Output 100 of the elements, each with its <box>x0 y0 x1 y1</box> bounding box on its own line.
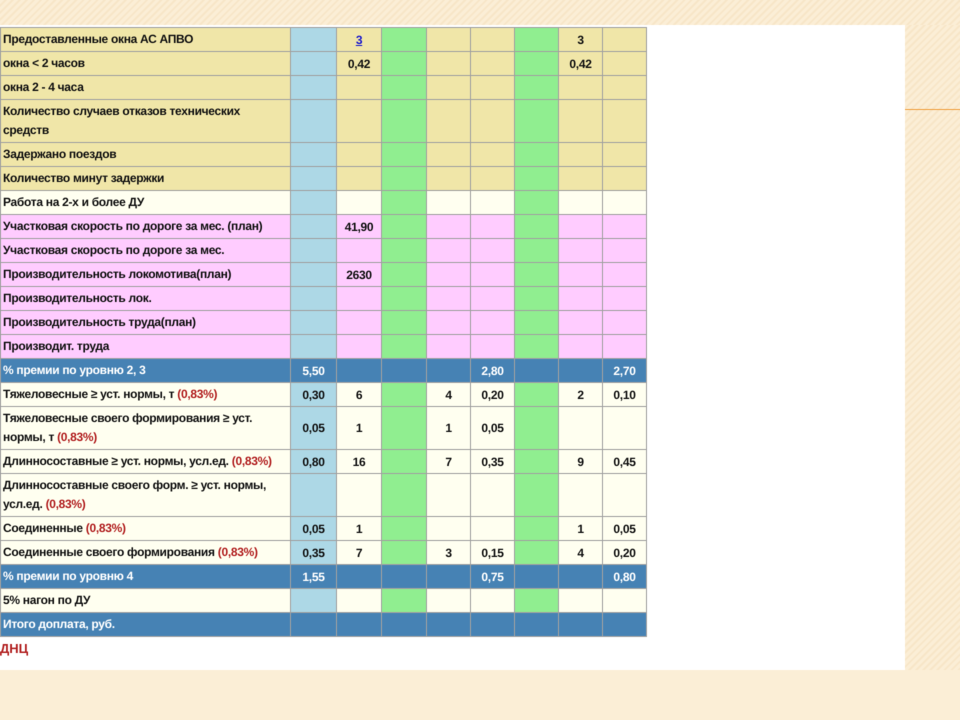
table-cell <box>426 334 470 358</box>
table-cell: 2630 <box>336 262 382 286</box>
table-cell <box>602 262 646 286</box>
table-cell <box>336 310 382 334</box>
table-cell <box>514 474 558 516</box>
table-cell <box>426 310 470 334</box>
table-cell: 2,80 <box>470 358 514 382</box>
row-label: Участковая скорость по дороге за мес. (план) <box>0 214 290 238</box>
table-cell <box>426 76 470 100</box>
table-cell <box>470 142 514 166</box>
table-cell <box>602 190 646 214</box>
row-label: % премии по уровню 2, 3 <box>0 358 290 382</box>
row-label: Предоставленные окна АС АПВО <box>0 28 290 52</box>
table-cell <box>426 564 470 588</box>
table-cell <box>470 286 514 310</box>
table-cell <box>514 588 558 612</box>
row-label: Производительность труда(план) <box>0 310 290 334</box>
table-cell <box>426 166 470 190</box>
table-cell <box>426 516 470 540</box>
table-cell <box>470 214 514 238</box>
table-cell <box>470 612 514 636</box>
table-cell: 1 <box>558 516 602 540</box>
table-cell <box>336 190 382 214</box>
row-label: Тяжеловесные ≥ уст. нормы, т (0,83%) <box>0 382 290 406</box>
table-cell: 41,90 <box>336 214 382 238</box>
table-cell <box>382 76 426 100</box>
row-label: окна 2 - 4 часа <box>0 76 290 100</box>
table-cell <box>290 238 336 262</box>
table-cell: 0,35 <box>470 450 514 474</box>
table-cell <box>514 190 558 214</box>
table-cell <box>514 450 558 474</box>
table-cell <box>290 334 336 358</box>
table-cell <box>514 238 558 262</box>
table-cell: 0,20 <box>602 540 646 564</box>
table-cell <box>558 100 602 142</box>
table-cell <box>336 166 382 190</box>
table-cell <box>602 100 646 142</box>
table-cell: 0,20 <box>470 382 514 406</box>
table-cell <box>382 334 426 358</box>
table-cell: 0,45 <box>602 450 646 474</box>
table-cell <box>382 516 426 540</box>
table-cell <box>290 262 336 286</box>
table-cell <box>602 166 646 190</box>
row-label: Задержано поездов <box>0 142 290 166</box>
table-cell <box>426 142 470 166</box>
row-label: Длинносоставные ≥ уст. нормы, усл.ед. (0,83%) <box>0 450 290 474</box>
table-cell <box>558 262 602 286</box>
table-cell: 0,05 <box>290 516 336 540</box>
table-cell <box>558 612 602 636</box>
table-cell: 4 <box>558 540 602 564</box>
table-cell <box>426 100 470 142</box>
table-cell <box>336 76 382 100</box>
table-cell <box>514 406 558 450</box>
table-cell <box>382 358 426 382</box>
row-label: Количество случаев отказов технических средств <box>0 100 290 142</box>
table-cell <box>558 286 602 310</box>
table-cell <box>470 238 514 262</box>
table-cell <box>426 214 470 238</box>
row-label: Производит. труда <box>0 334 290 358</box>
table-cell <box>426 588 470 612</box>
table-cell: 4 <box>426 382 470 406</box>
table-cell: 0,75 <box>470 564 514 588</box>
table-cell <box>382 238 426 262</box>
table-cell <box>514 564 558 588</box>
row-label: Длинносоставные своего форм. ≥ уст. нормы, усл.ед. (0,83%) <box>0 474 290 516</box>
table-cell <box>470 190 514 214</box>
row-label: Количество минут задержки <box>0 166 290 190</box>
table-cell: 1 <box>426 406 470 450</box>
row-label: Работа на 2-х и более ДУ <box>0 190 290 214</box>
table-cell <box>290 52 336 76</box>
table-cell <box>470 334 514 358</box>
table-cell <box>602 238 646 262</box>
table-cell: 7 <box>426 450 470 474</box>
table-cell <box>382 564 426 588</box>
table-cell <box>514 142 558 166</box>
table-cell <box>602 310 646 334</box>
table-cell <box>514 262 558 286</box>
table-cell <box>382 406 426 450</box>
link[interactable]: 3 <box>356 32 362 46</box>
table-cell <box>514 516 558 540</box>
table-cell: 0,05 <box>470 406 514 450</box>
table-cell <box>426 238 470 262</box>
table-cell: 0,80 <box>602 564 646 588</box>
table-cell <box>558 76 602 100</box>
table-cell <box>558 190 602 214</box>
table-cell <box>336 474 382 516</box>
table-cell: 0,80 <box>290 450 336 474</box>
table-cell <box>290 612 336 636</box>
row-label: окна < 2 часов <box>0 52 290 76</box>
table-cell: 5,50 <box>290 358 336 382</box>
table-cell: 0,05 <box>602 516 646 540</box>
table-cell <box>602 612 646 636</box>
table-cell <box>336 286 382 310</box>
table-cell: 2,70 <box>602 358 646 382</box>
table-cell <box>426 262 470 286</box>
table-cell <box>514 76 558 100</box>
table-cell <box>470 310 514 334</box>
table-cell <box>558 588 602 612</box>
table-cell <box>558 214 602 238</box>
table-cell <box>426 612 470 636</box>
